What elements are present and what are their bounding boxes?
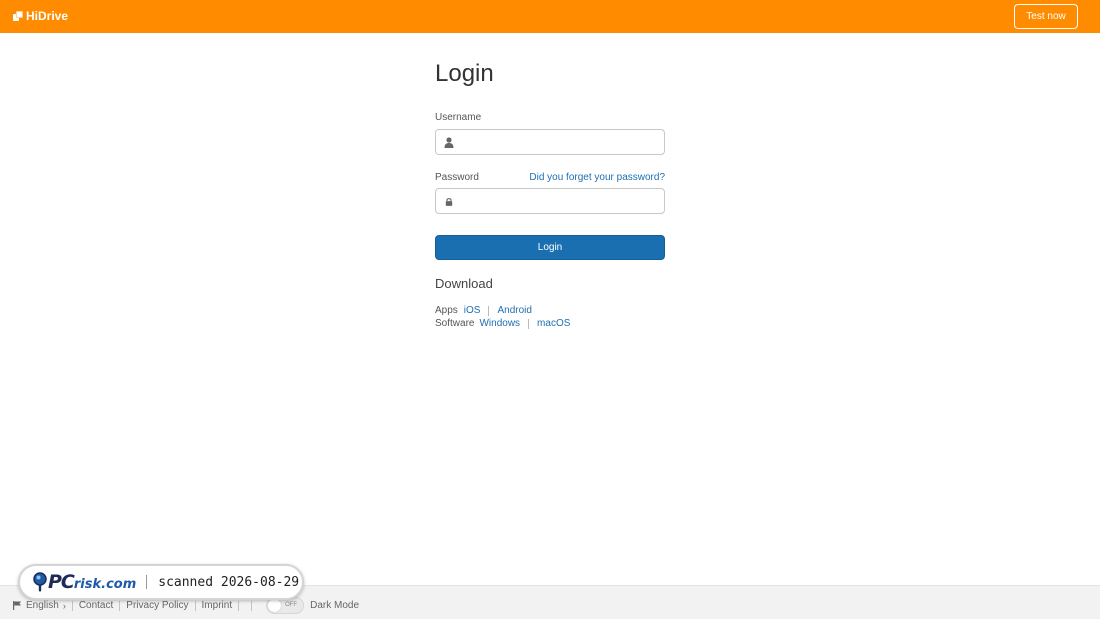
login-button[interactable]: Login [435,235,665,260]
forgot-password-link[interactable]: Did you forget your password? [529,172,665,183]
windows-link[interactable]: Windows [479,317,520,330]
divider [238,600,240,611]
chevron-right-icon: › [62,600,66,611]
divider [71,600,73,611]
apps-row: Apps iOS Android [435,304,665,317]
dark-mode-label: Dark Mode [310,600,359,611]
scan-date: scanned 2026-08-29 [158,574,300,590]
test-now-button[interactable]: Test now [1014,4,1078,29]
lock-icon [445,198,453,206]
pcrisk-watermark: PC risk.com scanned 2026-08-29 [18,564,304,600]
password-label-row: Password Did you forget your password? [435,172,665,183]
top-bar: HiDrive Test now [0,0,1100,33]
ios-link[interactable]: iOS [464,304,481,317]
divider [119,600,121,611]
pcrisk-logo: PC risk.com [32,571,136,593]
divider [146,575,148,589]
divider [488,305,490,316]
macos-link[interactable]: macOS [537,317,570,330]
privacy-policy-link[interactable]: Privacy Policy [126,600,188,611]
login-panel: Login Username Password Did you forget y… [435,58,665,330]
hidrive-logo[interactable]: HiDrive [13,9,68,23]
password-field[interactable] [435,188,665,214]
username-field[interactable] [435,129,665,155]
divider [528,318,530,329]
software-row: Software Windows macOS [435,317,665,330]
page-title: Login [435,60,494,87]
software-label: Software [435,318,475,329]
language-selector[interactable]: English [26,600,59,611]
brand-name: HiDrive [26,9,69,23]
imprint-link[interactable]: Imprint [202,600,233,611]
toggle-state: OFF [285,602,298,608]
android-link[interactable]: Android [497,304,531,317]
password-label: Password [435,172,479,183]
pcrisk-pc: PC [48,571,75,593]
download-heading: Download [435,276,493,291]
username-label: Username [435,112,482,123]
divider [194,600,196,611]
magnifier-icon [33,572,47,592]
toggle-knob [268,599,282,612]
contact-link[interactable]: Contact [79,600,113,611]
apps-label: Apps [435,305,458,316]
hidrive-logo-icon [13,11,23,21]
divider [251,600,253,611]
flag-icon [13,601,21,610]
pcrisk-risk: risk.com [73,576,137,592]
user-icon [444,137,454,148]
